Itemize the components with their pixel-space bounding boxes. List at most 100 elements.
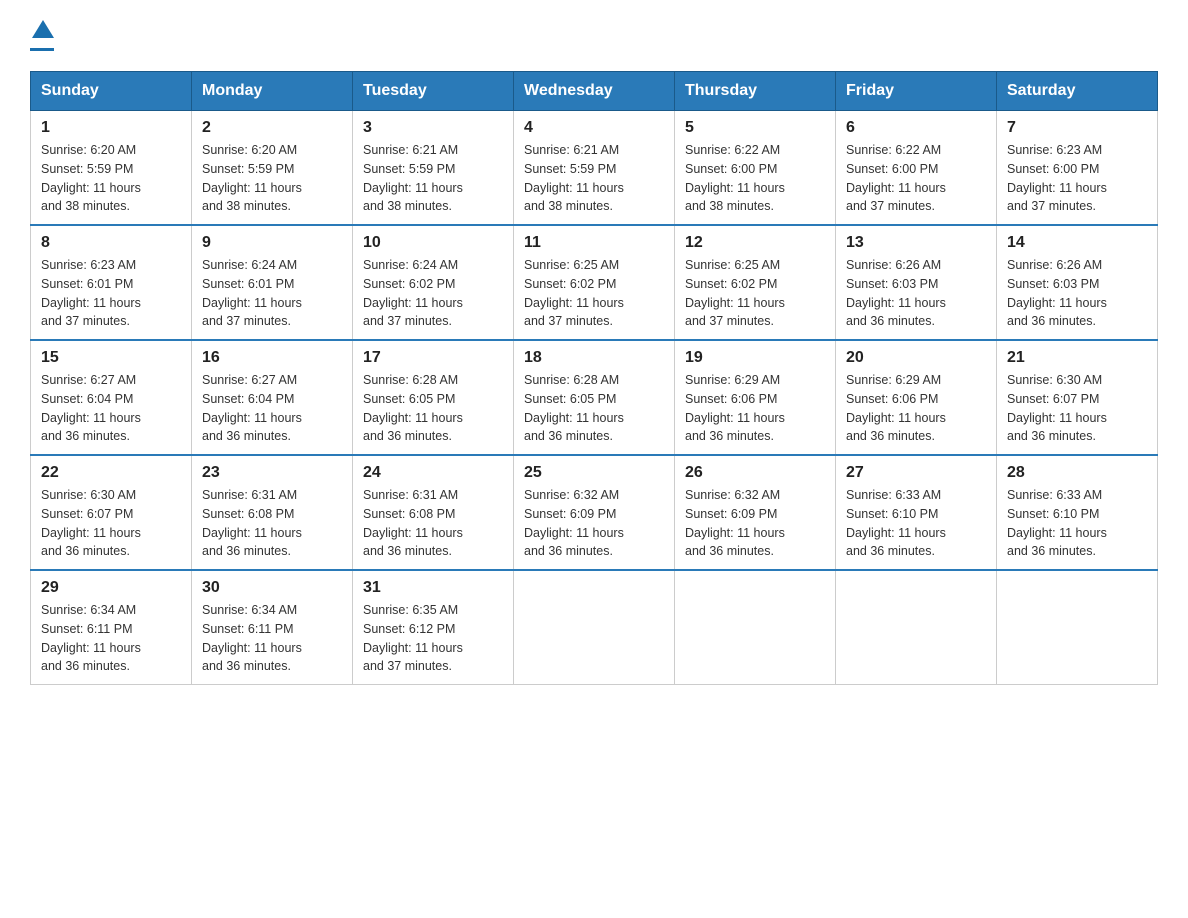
calendar-cell: 12 Sunrise: 6:25 AMSunset: 6:02 PMDaylig… <box>675 225 836 340</box>
day-info: Sunrise: 6:25 AMSunset: 6:02 PMDaylight:… <box>524 258 624 328</box>
day-number: 29 <box>41 579 181 597</box>
day-info: Sunrise: 6:24 AMSunset: 6:01 PMDaylight:… <box>202 258 302 328</box>
weekday-header-thursday: Thursday <box>675 72 836 111</box>
day-info: Sunrise: 6:27 AMSunset: 6:04 PMDaylight:… <box>202 373 302 443</box>
calendar-cell: 29 Sunrise: 6:34 AMSunset: 6:11 PMDaylig… <box>31 570 192 685</box>
day-number: 13 <box>846 234 986 252</box>
calendar-cell <box>836 570 997 685</box>
weekday-header-row: SundayMondayTuesdayWednesdayThursdayFrid… <box>31 72 1158 111</box>
day-info: Sunrise: 6:22 AMSunset: 6:00 PMDaylight:… <box>685 143 785 213</box>
calendar-cell <box>514 570 675 685</box>
calendar-cell <box>675 570 836 685</box>
day-number: 27 <box>846 464 986 482</box>
calendar-cell: 9 Sunrise: 6:24 AMSunset: 6:01 PMDayligh… <box>192 225 353 340</box>
day-number: 17 <box>363 349 503 367</box>
day-info: Sunrise: 6:23 AMSunset: 6:00 PMDaylight:… <box>1007 143 1107 213</box>
day-info: Sunrise: 6:33 AMSunset: 6:10 PMDaylight:… <box>1007 488 1107 558</box>
day-number: 25 <box>524 464 664 482</box>
day-info: Sunrise: 6:31 AMSunset: 6:08 PMDaylight:… <box>363 488 463 558</box>
calendar-cell: 6 Sunrise: 6:22 AMSunset: 6:00 PMDayligh… <box>836 111 997 226</box>
calendar-cell: 3 Sunrise: 6:21 AMSunset: 5:59 PMDayligh… <box>353 111 514 226</box>
calendar-cell: 1 Sunrise: 6:20 AMSunset: 5:59 PMDayligh… <box>31 111 192 226</box>
day-info: Sunrise: 6:22 AMSunset: 6:00 PMDaylight:… <box>846 143 946 213</box>
day-info: Sunrise: 6:35 AMSunset: 6:12 PMDaylight:… <box>363 603 463 673</box>
day-number: 14 <box>1007 234 1147 252</box>
day-info: Sunrise: 6:32 AMSunset: 6:09 PMDaylight:… <box>524 488 624 558</box>
calendar-cell: 5 Sunrise: 6:22 AMSunset: 6:00 PMDayligh… <box>675 111 836 226</box>
week-row-5: 29 Sunrise: 6:34 AMSunset: 6:11 PMDaylig… <box>31 570 1158 685</box>
day-info: Sunrise: 6:28 AMSunset: 6:05 PMDaylight:… <box>524 373 624 443</box>
weekday-header-friday: Friday <box>836 72 997 111</box>
week-row-3: 15 Sunrise: 6:27 AMSunset: 6:04 PMDaylig… <box>31 340 1158 455</box>
day-number: 2 <box>202 119 342 137</box>
calendar-cell: 11 Sunrise: 6:25 AMSunset: 6:02 PMDaylig… <box>514 225 675 340</box>
weekday-header-monday: Monday <box>192 72 353 111</box>
day-number: 4 <box>524 119 664 137</box>
day-info: Sunrise: 6:33 AMSunset: 6:10 PMDaylight:… <box>846 488 946 558</box>
day-number: 31 <box>363 579 503 597</box>
week-row-4: 22 Sunrise: 6:30 AMSunset: 6:07 PMDaylig… <box>31 455 1158 570</box>
day-info: Sunrise: 6:30 AMSunset: 6:07 PMDaylight:… <box>1007 373 1107 443</box>
day-info: Sunrise: 6:23 AMSunset: 6:01 PMDaylight:… <box>41 258 141 328</box>
day-number: 9 <box>202 234 342 252</box>
day-number: 10 <box>363 234 503 252</box>
day-number: 1 <box>41 119 181 137</box>
day-number: 28 <box>1007 464 1147 482</box>
calendar-cell: 23 Sunrise: 6:31 AMSunset: 6:08 PMDaylig… <box>192 455 353 570</box>
day-info: Sunrise: 6:26 AMSunset: 6:03 PMDaylight:… <box>1007 258 1107 328</box>
logo <box>30 20 54 51</box>
day-number: 26 <box>685 464 825 482</box>
calendar-cell: 21 Sunrise: 6:30 AMSunset: 6:07 PMDaylig… <box>997 340 1158 455</box>
day-number: 11 <box>524 234 664 252</box>
day-number: 21 <box>1007 349 1147 367</box>
logo-triangle-icon <box>32 20 54 38</box>
day-info: Sunrise: 6:32 AMSunset: 6:09 PMDaylight:… <box>685 488 785 558</box>
weekday-header-saturday: Saturday <box>997 72 1158 111</box>
day-info: Sunrise: 6:21 AMSunset: 5:59 PMDaylight:… <box>524 143 624 213</box>
calendar-cell: 28 Sunrise: 6:33 AMSunset: 6:10 PMDaylig… <box>997 455 1158 570</box>
calendar-cell: 15 Sunrise: 6:27 AMSunset: 6:04 PMDaylig… <box>31 340 192 455</box>
day-info: Sunrise: 6:20 AMSunset: 5:59 PMDaylight:… <box>41 143 141 213</box>
day-number: 15 <box>41 349 181 367</box>
day-info: Sunrise: 6:24 AMSunset: 6:02 PMDaylight:… <box>363 258 463 328</box>
day-info: Sunrise: 6:25 AMSunset: 6:02 PMDaylight:… <box>685 258 785 328</box>
day-info: Sunrise: 6:31 AMSunset: 6:08 PMDaylight:… <box>202 488 302 558</box>
calendar-cell: 20 Sunrise: 6:29 AMSunset: 6:06 PMDaylig… <box>836 340 997 455</box>
weekday-header-sunday: Sunday <box>31 72 192 111</box>
day-number: 3 <box>363 119 503 137</box>
day-info: Sunrise: 6:20 AMSunset: 5:59 PMDaylight:… <box>202 143 302 213</box>
calendar-cell: 25 Sunrise: 6:32 AMSunset: 6:09 PMDaylig… <box>514 455 675 570</box>
week-row-2: 8 Sunrise: 6:23 AMSunset: 6:01 PMDayligh… <box>31 225 1158 340</box>
day-number: 5 <box>685 119 825 137</box>
day-number: 22 <box>41 464 181 482</box>
day-number: 18 <box>524 349 664 367</box>
day-number: 8 <box>41 234 181 252</box>
day-number: 19 <box>685 349 825 367</box>
calendar-cell: 7 Sunrise: 6:23 AMSunset: 6:00 PMDayligh… <box>997 111 1158 226</box>
calendar-cell: 13 Sunrise: 6:26 AMSunset: 6:03 PMDaylig… <box>836 225 997 340</box>
calendar-cell: 18 Sunrise: 6:28 AMSunset: 6:05 PMDaylig… <box>514 340 675 455</box>
day-number: 7 <box>1007 119 1147 137</box>
day-info: Sunrise: 6:34 AMSunset: 6:11 PMDaylight:… <box>202 603 302 673</box>
calendar-cell: 10 Sunrise: 6:24 AMSunset: 6:02 PMDaylig… <box>353 225 514 340</box>
day-number: 24 <box>363 464 503 482</box>
week-row-1: 1 Sunrise: 6:20 AMSunset: 5:59 PMDayligh… <box>31 111 1158 226</box>
day-info: Sunrise: 6:26 AMSunset: 6:03 PMDaylight:… <box>846 258 946 328</box>
calendar-cell: 22 Sunrise: 6:30 AMSunset: 6:07 PMDaylig… <box>31 455 192 570</box>
page-header <box>30 20 1158 51</box>
calendar-cell: 16 Sunrise: 6:27 AMSunset: 6:04 PMDaylig… <box>192 340 353 455</box>
day-info: Sunrise: 6:27 AMSunset: 6:04 PMDaylight:… <box>41 373 141 443</box>
weekday-header-tuesday: Tuesday <box>353 72 514 111</box>
logo-underline <box>30 48 54 51</box>
calendar-cell: 27 Sunrise: 6:33 AMSunset: 6:10 PMDaylig… <box>836 455 997 570</box>
day-info: Sunrise: 6:30 AMSunset: 6:07 PMDaylight:… <box>41 488 141 558</box>
day-number: 6 <box>846 119 986 137</box>
day-number: 23 <box>202 464 342 482</box>
day-info: Sunrise: 6:29 AMSunset: 6:06 PMDaylight:… <box>846 373 946 443</box>
day-number: 30 <box>202 579 342 597</box>
calendar-cell: 8 Sunrise: 6:23 AMSunset: 6:01 PMDayligh… <box>31 225 192 340</box>
calendar-table: SundayMondayTuesdayWednesdayThursdayFrid… <box>30 71 1158 685</box>
calendar-cell: 24 Sunrise: 6:31 AMSunset: 6:08 PMDaylig… <box>353 455 514 570</box>
calendar-cell: 17 Sunrise: 6:28 AMSunset: 6:05 PMDaylig… <box>353 340 514 455</box>
calendar-cell: 31 Sunrise: 6:35 AMSunset: 6:12 PMDaylig… <box>353 570 514 685</box>
